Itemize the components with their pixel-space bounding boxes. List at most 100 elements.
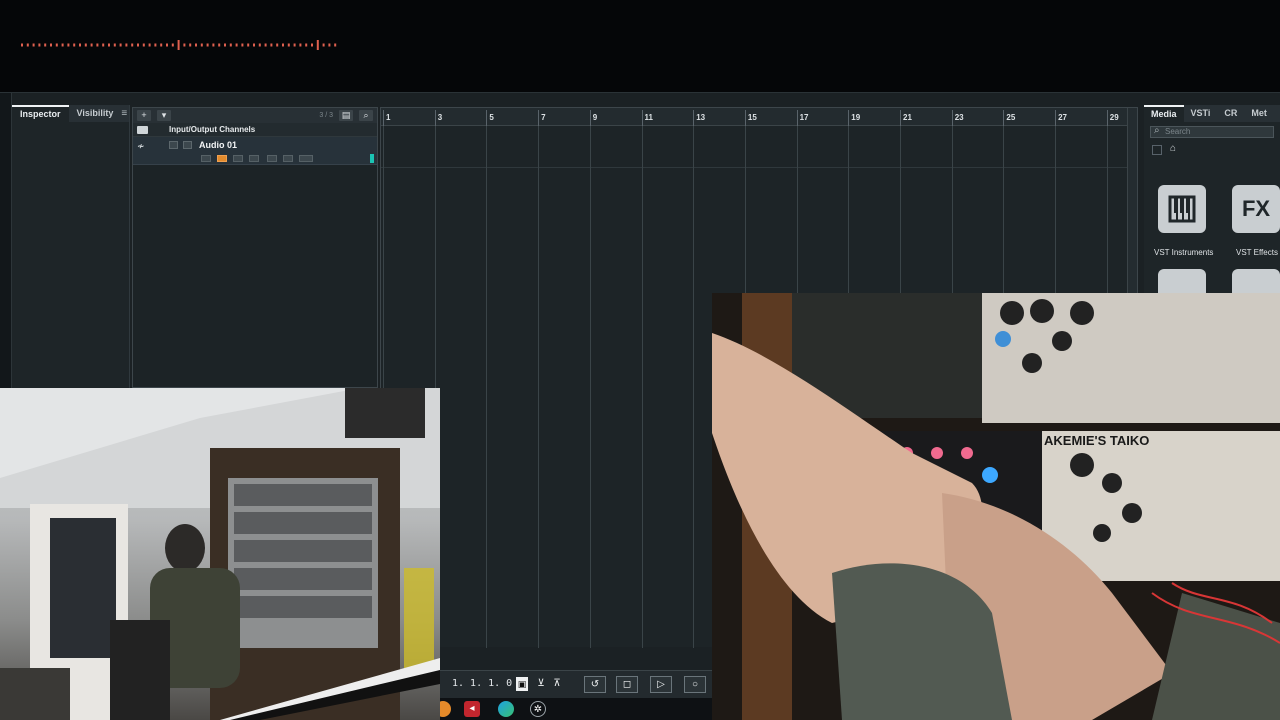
modular-synth-scene: AKEMIE'S TAIKO [712, 293, 1280, 720]
media-checkbox[interactable] [1152, 145, 1162, 155]
waveform-dot [229, 43, 232, 47]
tab-meter[interactable]: Met [1244, 105, 1274, 122]
ruler-bar-label: 7 [541, 113, 546, 122]
edit-channel-button[interactable] [267, 155, 277, 162]
waveform-dot [55, 43, 58, 47]
ruler-bar-label: 9 [592, 113, 598, 122]
cubase-icon[interactable]: ◂ [464, 701, 480, 717]
transport-bar: 1. 1. 1. 0 ▣ ⊻ ⊼ ↺ ◻ ▷ ○ [440, 670, 712, 698]
add-track-dropdown-button[interactable]: ▾ [157, 110, 171, 121]
track-list-panel: + ▾ 3 / 3 ▤ ⌕ Input/Output Channels ≁ Au… [132, 107, 378, 388]
add-track-button[interactable]: + [137, 110, 151, 121]
folder-track-row[interactable]: Input/Output Channels [133, 123, 377, 137]
audio-track-row[interactable]: ≁ Audio 01 [133, 137, 377, 165]
folder-icon [137, 126, 148, 134]
lock-icon[interactable]: ▣ [516, 677, 528, 691]
waveform-dot [293, 43, 296, 47]
record-button[interactable]: ○ [684, 676, 706, 693]
waveform-dot [195, 43, 197, 47]
waveform-dot [287, 43, 290, 47]
punch-icon[interactable]: ⊼ [550, 676, 564, 693]
waveform-dot [102, 43, 105, 47]
write-automation-button[interactable] [249, 155, 259, 162]
track-search-icon[interactable]: ⌕ [359, 110, 373, 121]
module-label: AKEMIE'S TAIKO [1044, 433, 1149, 448]
track-lanes-button[interactable] [299, 155, 313, 162]
ruler-tick [1003, 110, 1005, 126]
waveform-dot [131, 43, 134, 47]
stop-button[interactable]: ◻ [616, 676, 638, 693]
tab-vsti[interactable]: VSTi [1184, 105, 1218, 122]
waveform-dot [44, 43, 47, 47]
vst-instruments-label: VST Instruments [1154, 248, 1214, 257]
record-enable-button[interactable] [201, 155, 211, 162]
waveform-dot [224, 43, 226, 47]
room-scene [0, 388, 440, 720]
hamburger-menu-icon[interactable]: ≡ [121, 108, 131, 119]
ruler-bar-label: 5 [489, 113, 494, 122]
solo-button[interactable] [183, 141, 192, 149]
tab-cr[interactable]: CR [1217, 105, 1244, 122]
position-display[interactable]: 1. 1. 1. 0 [452, 678, 512, 689]
waveform-dot [253, 43, 255, 47]
track-visibility-icon[interactable]: ▤ [339, 110, 353, 121]
waveform-dot [125, 43, 128, 47]
tab-inspector[interactable]: Inspector [12, 105, 69, 122]
waveform-dot [119, 43, 122, 47]
ruler-tick [641, 110, 643, 126]
os-taskbar: ◂ ✲ [430, 698, 712, 720]
bar-grid-line [538, 126, 540, 648]
tab-visibility[interactable]: Visibility [69, 105, 122, 122]
ruler-bar-label: 11 [644, 113, 653, 122]
waveform-dot [264, 43, 267, 47]
browser-icon[interactable] [498, 701, 514, 717]
media-search-input[interactable]: Search [1150, 125, 1274, 138]
waveform-dot [334, 43, 337, 47]
ruler-tick [1055, 110, 1057, 126]
waveform-dot [166, 43, 168, 47]
waveform-dot [142, 43, 145, 47]
waveform-dot [160, 43, 163, 47]
monitor-button[interactable] [217, 155, 227, 162]
waveform-dot [61, 43, 64, 47]
waveform-dot [183, 43, 186, 47]
audio-waveform-icon: ≁ [137, 141, 145, 151]
ruler-tick [796, 110, 798, 126]
ruler-tick [848, 110, 850, 126]
ruler-tick [744, 110, 746, 126]
waveform-dot [282, 43, 284, 47]
waveform-dot [113, 43, 116, 47]
piano-keys-icon [1168, 195, 1196, 223]
vst-instruments-tile[interactable] [1158, 185, 1206, 233]
waveform-dot [189, 43, 192, 47]
settings-icon[interactable]: ✲ [530, 701, 546, 717]
waveform-dot [154, 43, 157, 47]
edit-instrument-button[interactable] [283, 155, 293, 162]
cycle-button[interactable]: ↺ [584, 676, 606, 693]
ruler-tick [589, 110, 591, 126]
marker-icon[interactable]: ⊻ [534, 676, 548, 693]
timeline-ruler[interactable]: 1 3 5 7 9 11 13 15 17 19 21 23 25 27 29 [381, 108, 1129, 126]
bar-grid-line [693, 126, 695, 648]
waveform-dot [21, 43, 23, 47]
waveform-dot [32, 43, 35, 47]
waveform-dot [79, 43, 81, 47]
read-automation-button[interactable] [233, 155, 243, 162]
waveform-dot [73, 43, 76, 47]
waveform-dot [247, 43, 250, 47]
waveform-dot [67, 43, 70, 47]
waveform-dot [171, 43, 174, 47]
vst-effects-tile[interactable]: FX [1232, 185, 1280, 233]
fx-icon: FX [1241, 196, 1271, 221]
play-button[interactable]: ▷ [650, 676, 672, 693]
waveform-dot [276, 43, 279, 47]
mute-button[interactable] [169, 141, 178, 149]
audio-track-name: Audio 01 [199, 140, 238, 150]
waveform-dot [258, 43, 261, 47]
home-icon[interactable]: ⌂ [1170, 143, 1176, 154]
ruler-bar-label: 3 [437, 113, 443, 122]
waveform-dot [206, 43, 209, 47]
audio-track-lane[interactable] [381, 140, 1129, 168]
waveform-dot [177, 40, 180, 50]
tab-media[interactable]: Media [1144, 105, 1184, 122]
